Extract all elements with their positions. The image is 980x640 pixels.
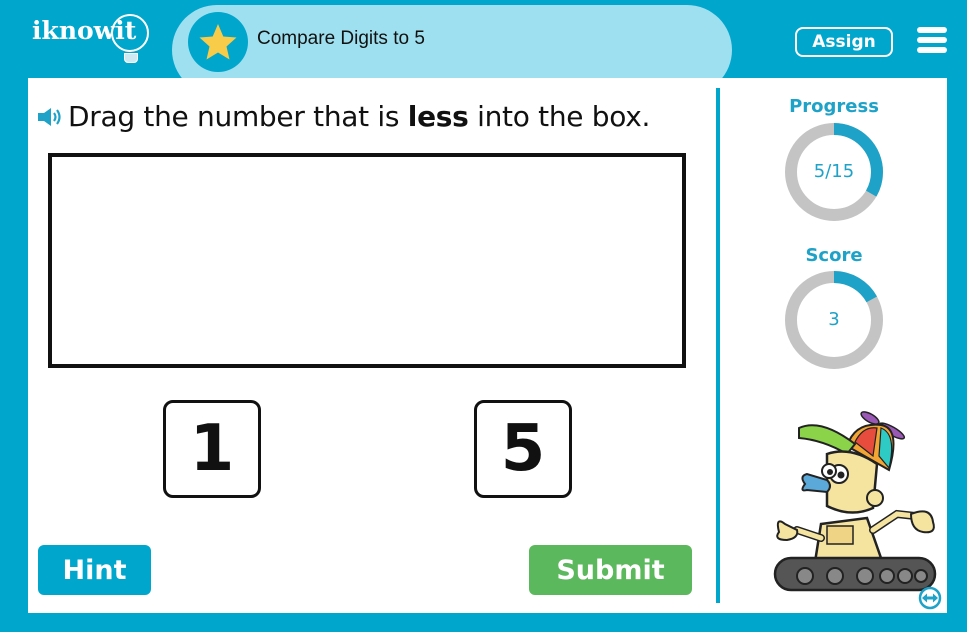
swap-arrows-icon[interactable] bbox=[918, 586, 942, 610]
question-text-prefix: Drag the number that is bbox=[68, 100, 408, 133]
hamburger-menu-icon[interactable] bbox=[917, 27, 947, 53]
star-icon bbox=[199, 24, 237, 60]
speaker-icon[interactable] bbox=[36, 106, 64, 128]
iknowit-logo[interactable]: ikno w it bbox=[32, 14, 150, 64]
submit-button[interactable]: Submit bbox=[529, 545, 692, 595]
number-tile[interactable]: 1 bbox=[163, 400, 261, 498]
lesson-badge bbox=[188, 12, 248, 72]
hint-button[interactable]: Hint bbox=[38, 545, 151, 595]
logo-text: ikno bbox=[32, 16, 94, 45]
score-value: 3 bbox=[828, 309, 840, 330]
lightbulb-icon: it bbox=[111, 14, 150, 63]
question-prompt: Drag the number that is less into the bo… bbox=[36, 100, 650, 133]
answer-drop-zone[interactable] bbox=[48, 153, 686, 368]
robot-mascot bbox=[773, 411, 937, 592]
lesson-title: Compare Digits to 5 bbox=[257, 28, 425, 49]
assign-button[interactable]: Assign bbox=[795, 27, 893, 57]
question-text-suffix: into the box. bbox=[468, 100, 651, 133]
question-emphasis: less bbox=[407, 100, 469, 133]
progress-label: Progress bbox=[789, 96, 879, 117]
robot-hand bbox=[776, 520, 799, 542]
cap-brim bbox=[798, 424, 857, 456]
number-tile[interactable]: 5 bbox=[474, 400, 572, 498]
robot-hand bbox=[909, 510, 935, 534]
score-label: Score bbox=[805, 245, 863, 266]
progress-value: 5/15 bbox=[813, 161, 855, 182]
panel-divider bbox=[716, 88, 720, 603]
